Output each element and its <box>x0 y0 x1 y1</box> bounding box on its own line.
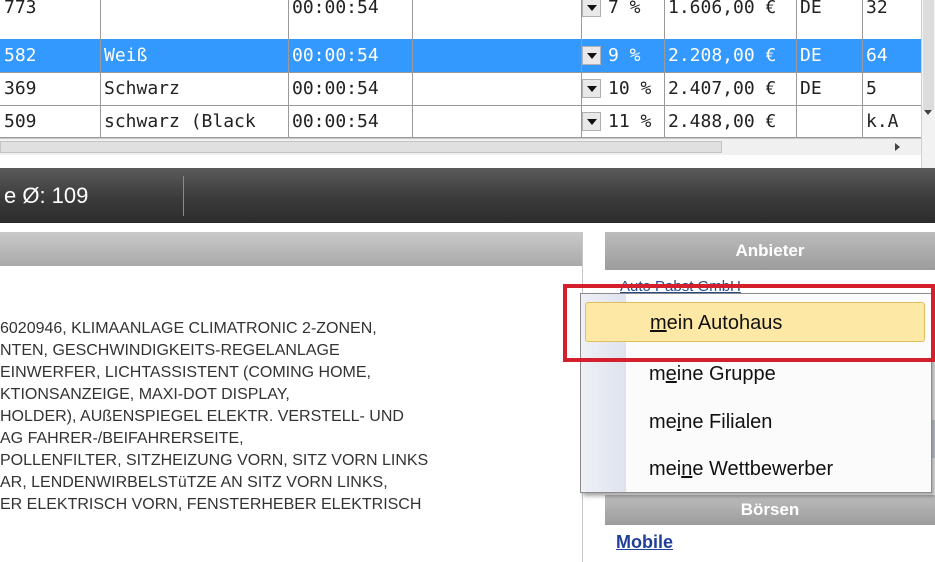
grid-column-divider <box>862 0 863 138</box>
dropdown-arrow-icon[interactable] <box>582 46 601 65</box>
cell-id: 773 <box>4 0 37 18</box>
menu-item-accelerator: e <box>665 363 677 385</box>
grid-row-divider <box>0 72 921 73</box>
cell-id: 509 <box>4 111 37 132</box>
description-line: NTEN, GESCHWINDIGKEITS-REGELANLAGE <box>0 342 340 359</box>
menu-item-meine-wettbewerber[interactable]: meine Wettbewerber <box>625 449 925 489</box>
chevron-down-icon <box>586 85 597 92</box>
cell-pct: 9 % <box>608 45 641 66</box>
cell-time: 00:00:54 <box>292 78 379 99</box>
data-grid: 773 00:00:54 7 % 1.606,00 € DE 32 582 Weiß 00:00… <box>0 0 935 170</box>
description-line: 6020946, KLIMAANLAGE CLIMATRONIC 2-ZONEN… <box>0 320 377 337</box>
chevron-down-icon <box>586 118 597 125</box>
menu-item-label: ine Gruppe <box>676 363 776 385</box>
cell-id: 369 <box>4 78 37 99</box>
dropdown-arrow-icon[interactable] <box>582 0 601 17</box>
chevron-down-icon <box>586 52 597 59</box>
grid-row-divider <box>0 105 921 106</box>
table-row[interactable]: 369 Schwarz 00:00:54 10 % 2.407,00 € DE 5 <box>0 72 921 105</box>
table-row[interactable]: 509 schwarz (Black 00:00:54 11 % 2.488,00 € k… <box>0 105 921 138</box>
cell-pct: 10 % <box>608 78 652 99</box>
description-line: KTIONSANZEIGE, MAXI-DOT DISPLAY, <box>0 386 290 403</box>
description-line: HOLDER), AUßENSPIEGEL ELEKTR. VERSTELL- … <box>0 408 404 425</box>
grid-column-divider <box>288 0 289 138</box>
cell-land: DE <box>800 45 822 66</box>
cell-pct: 7 % <box>608 0 641 18</box>
menu-item-meine-filialen[interactable]: meine Filialen <box>625 402 925 442</box>
status-bar: e Ø: 109 <box>0 168 935 223</box>
menu-item-label: m <box>649 363 666 385</box>
vertical-scroll-thumb[interactable] <box>923 0 934 110</box>
description-line: POLLENFILTER, SITZHEIZUNG VORN, SITZ VOR… <box>0 452 429 469</box>
cell-price: 2.407,00 € <box>668 78 777 99</box>
dropdown-arrow-icon[interactable] <box>582 79 601 98</box>
cell-land: DE <box>800 0 822 18</box>
chevron-down-icon <box>586 4 597 11</box>
menu-item-label: mei <box>649 458 682 480</box>
table-row[interactable]: 582 Weiß 00:00:54 9 % 2.208,00 € DE 64 <box>0 39 921 72</box>
menu-item-label: e Wettbewerber <box>692 458 834 480</box>
menu-item-accelerator: n <box>681 458 693 480</box>
cell-count: 32 <box>866 0 888 18</box>
scroll-right-arrow-icon[interactable] <box>895 143 900 151</box>
horizontal-scroll-thumb[interactable] <box>0 141 722 153</box>
description-line: ER ELEKTRISCH VORN, FENSTERHEBER ELEKTRI… <box>0 496 422 513</box>
cell-land: DE <box>800 78 822 99</box>
cell-count: 5 <box>866 78 877 99</box>
cell-price: 2.208,00 € <box>668 45 777 66</box>
cell-time: 00:00:54 <box>292 45 379 66</box>
description-line: EINWERFER, LICHTASSISTENT (COMING HOME, <box>0 364 371 381</box>
grid-column-divider <box>664 0 665 138</box>
equipment-description: 6020946, KLIMAANLAGE CLIMATRONIC 2-ZONEN… <box>0 318 580 516</box>
cell-color: schwarz (Black <box>104 111 256 132</box>
boersen-header: Börsen <box>605 495 935 525</box>
annotation-highlight-box <box>563 284 935 362</box>
anbieter-header: Anbieter <box>605 232 935 270</box>
average-value-text: e Ø: 109 <box>4 183 89 208</box>
cell-time: 00:00:54 <box>292 111 379 132</box>
status-bar-separator <box>183 176 184 216</box>
cell-count: k.A <box>866 111 899 132</box>
cell-color <box>100 0 288 24</box>
description-line: AR, LENDENWIRBELSTüTZE AN SITZ VORN LINK… <box>0 474 388 491</box>
cell-color: Schwarz <box>104 78 180 99</box>
cell-price: 1.606,00 € <box>668 0 777 18</box>
grid-column-divider <box>581 0 582 138</box>
description-panel-header <box>0 232 582 266</box>
mobile-link[interactable]: Mobile <box>616 532 673 553</box>
cell-time: 00:00:54 <box>292 0 379 18</box>
cell-pct: 11 % <box>608 111 652 132</box>
vertical-scrollbar[interactable] <box>921 0 935 170</box>
cell-count: 64 <box>866 45 888 66</box>
cell-id: 582 <box>4 45 37 66</box>
menu-item-label: ne Filialen <box>681 411 773 433</box>
dropdown-arrow-icon[interactable] <box>582 112 601 131</box>
horizontal-scrollbar[interactable] <box>0 138 921 155</box>
grid-column-divider <box>796 0 797 138</box>
table-row[interactable]: 773 00:00:54 7 % 1.606,00 € DE 32 <box>0 0 921 24</box>
scroll-down-arrow-icon[interactable] <box>924 110 932 115</box>
description-line: AG FAHRER-/BEIFAHRERSEITE, <box>0 430 244 447</box>
cell-land <box>796 105 862 138</box>
cell-price: 2.488,00 € <box>668 111 777 132</box>
menu-item-label: me <box>649 411 677 433</box>
grid-column-divider <box>100 0 101 138</box>
cell-color: Weiß <box>104 45 148 66</box>
grid-column-divider <box>412 0 413 138</box>
